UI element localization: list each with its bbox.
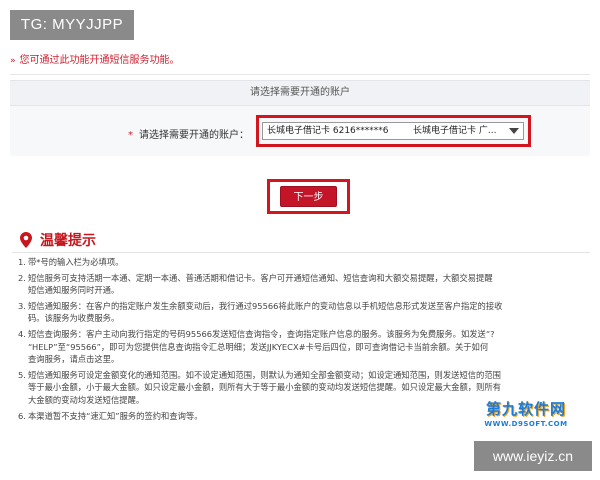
account-label-text: 请选择需要开通的账户： bbox=[139, 130, 249, 141]
location-pin-icon bbox=[20, 232, 32, 248]
tip-line: 3. 短信通知服务：在客户的指定账户发生余额变动后，我行通过95566将此账户的变… bbox=[18, 300, 592, 313]
watermark-bottom: www.ieyiz.cn bbox=[474, 441, 592, 471]
tip-text: 等于最小金额，小于最大金额。如只设定最小金额，则所有大于等于最小金额的变动均发送… bbox=[28, 382, 501, 393]
tip-line: 查询服务，请点击这里。 bbox=[18, 353, 592, 366]
tip-text: 短信服务可支持活期一本通、定期一本通、普通活期和借记卡。客户可开通短信通知、短信… bbox=[28, 272, 493, 283]
tip-line: 2. 短信服务可支持活期一本通、定期一本通、普通活期和借记卡。客户可开通短信通知、… bbox=[18, 272, 592, 285]
tips-title: 温馨提示 bbox=[40, 233, 96, 249]
tip-number: 3. bbox=[18, 300, 26, 311]
account-select[interactable]: 长城电子借记卡 6216******6 长城电子借记卡 广... bbox=[262, 122, 524, 140]
account-label: * 请选择需要开通的账户： bbox=[128, 126, 249, 141]
tip-item: 3. 短信通知服务：在客户的指定账户发生余额变动后，我行通过95566将此账户的变… bbox=[18, 300, 592, 325]
tip-number: 2. bbox=[18, 272, 26, 283]
tip-text: 短信查询服务：客户主动向我行指定的号码95566发送短信查询指令，查询指定账户信… bbox=[28, 328, 495, 339]
tips-divider bbox=[12, 252, 590, 253]
tip-text: 短信通知服务：在客户的指定账户发生余额变动后，我行通过95566将此账户的变动信… bbox=[28, 300, 503, 311]
tip-item: 4. 短信查询服务：客户主动向我行指定的号码95566发送短信查询指令，查询指定账… bbox=[18, 328, 592, 366]
tip-text: 查询服务，请点击这里。 bbox=[28, 354, 120, 365]
tip-text: “HELP”至“95566”，即可为您提供信息查询指令汇总明细；发送JJKYEC… bbox=[28, 341, 489, 352]
required-mark: * bbox=[128, 130, 133, 141]
tip-line: 等于最小金额，小于最大金额。如只设定最小金额，则所有大于等于最小金额的变动均发送… bbox=[18, 381, 592, 394]
account-select-value-secondary: 长城电子借记卡 广... bbox=[413, 126, 497, 136]
tip-line: 5. 短信通知服务可设定金额变化的通知范围。如不设定通知范围，则默认为通知全部金额… bbox=[18, 369, 592, 382]
tip-text: 码。该服务为收费服务。 bbox=[28, 313, 120, 324]
site-logo: 第九软件网 WWW.D9SOFT.COM bbox=[470, 398, 582, 428]
tip-item: 1. 带*号的输入栏为必填项。 bbox=[18, 256, 592, 269]
chevron-down-icon[interactable] bbox=[509, 128, 519, 134]
tip-item: 2. 短信服务可支持活期一本通、定期一本通、普通活期和借记卡。客户可开通短信通知、… bbox=[18, 272, 592, 297]
tip-line: “HELP”至“95566”，即可为您提供信息查询指令汇总明细；发送JJKYEC… bbox=[18, 341, 592, 354]
tip-number: 5. bbox=[18, 369, 26, 380]
tip-line: 4. 短信查询服务：客户主动向我行指定的号码95566发送短信查询指令，查询指定账… bbox=[18, 328, 592, 341]
panel-title: 请选择需要开通的账户 bbox=[10, 80, 590, 106]
notice-text: 您可通过此功能开通短信服务功能。 bbox=[19, 55, 180, 66]
tip-text: 大金额的变动均发送短信提醒。 bbox=[28, 394, 145, 405]
tip-line: 1. 带*号的输入栏为必填项。 bbox=[18, 256, 592, 269]
account-select-value: 长城电子借记卡 6216******6 bbox=[267, 126, 389, 136]
watermark-top: TG: MYYJJPP bbox=[10, 10, 134, 40]
tip-line: 码。该服务为收费服务。 bbox=[18, 312, 592, 325]
next-step-button[interactable]: 下一步 bbox=[280, 186, 337, 207]
tip-text: 带*号的输入栏为必填项。 bbox=[28, 257, 124, 267]
tip-text: 本渠道暂不支持“速汇知”服务的签约和查询等。 bbox=[28, 410, 203, 421]
tip-number: 1. bbox=[18, 257, 26, 267]
logo-url: WWW.D9SOFT.COM bbox=[484, 420, 568, 428]
tip-number: 4. bbox=[18, 328, 26, 339]
tip-line: 短信通知服务同时开通。 bbox=[18, 284, 592, 297]
double-chevron-icon: » bbox=[10, 56, 16, 66]
tip-text: 短信通知服务可设定金额变化的通知范围。如不设定通知范围，则默认为通知全部金额变动… bbox=[28, 369, 501, 380]
tip-number: 6. bbox=[18, 410, 26, 421]
notice-bar: » 您可通过此功能开通短信服务功能。 bbox=[10, 52, 590, 75]
tip-text: 短信通知服务同时开通。 bbox=[28, 285, 120, 296]
logo-text: 第九软件网 bbox=[485, 400, 566, 418]
tips-header: 温馨提示 bbox=[20, 230, 96, 250]
